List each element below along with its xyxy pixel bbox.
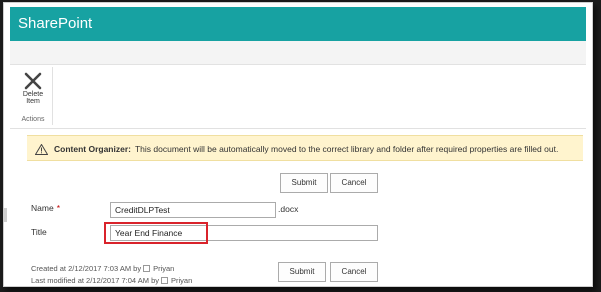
delete-item-button[interactable]: Delete Item xyxy=(15,67,51,111)
user-icon xyxy=(161,277,169,284)
ribbon-group-actions: Delete Item Actions xyxy=(15,67,53,125)
suite-bar: SharePoint xyxy=(10,7,586,41)
created-prefix: Created at 2/12/2017 7:03 AM by xyxy=(31,264,142,273)
modified-prefix: Last modified at 2/12/2017 7:04 AM by xyxy=(31,276,160,285)
app-title[interactable]: SharePoint xyxy=(18,15,92,32)
warning-icon xyxy=(35,144,48,156)
delete-label-line1: Delete xyxy=(22,91,44,98)
delete-x-icon xyxy=(24,72,42,90)
name-label: Name * xyxy=(31,203,60,213)
title-highlight-box xyxy=(104,222,208,244)
submit-button-top[interactable]: Submit xyxy=(280,173,328,193)
user-icon xyxy=(143,265,151,272)
created-info: Created at 2/12/2017 7:03 AM by Priyan xyxy=(31,264,174,273)
notice-text: This document will be automatically move… xyxy=(134,144,559,154)
submit-button-bottom[interactable]: Submit xyxy=(278,262,326,282)
ribbon-group-label: Actions xyxy=(21,116,45,123)
cancel-button-bottom[interactable]: Cancel xyxy=(330,262,378,282)
modified-info: Last modified at 2/12/2017 7:04 AM by Pri… xyxy=(31,276,192,285)
sub-bar xyxy=(10,41,586,65)
name-field[interactable]: CreditDLPTest xyxy=(110,202,276,218)
cancel-button-top[interactable]: Cancel xyxy=(330,173,378,193)
ribbon: Delete Item Actions xyxy=(10,65,586,129)
notice-heading: Content Organizer: xyxy=(54,144,131,154)
required-mark: * xyxy=(56,203,60,213)
side-scroll-tab[interactable] xyxy=(3,208,7,222)
name-label-text: Name xyxy=(31,203,54,213)
delete-label-line2: Item xyxy=(26,98,40,105)
modified-by[interactable]: Priyan xyxy=(171,276,192,285)
content-organizer-notice: Content Organizer: This document will be … xyxy=(27,135,583,161)
created-by[interactable]: Priyan xyxy=(153,264,174,273)
title-label: Title xyxy=(31,227,47,237)
name-extension: .docx xyxy=(278,204,299,214)
